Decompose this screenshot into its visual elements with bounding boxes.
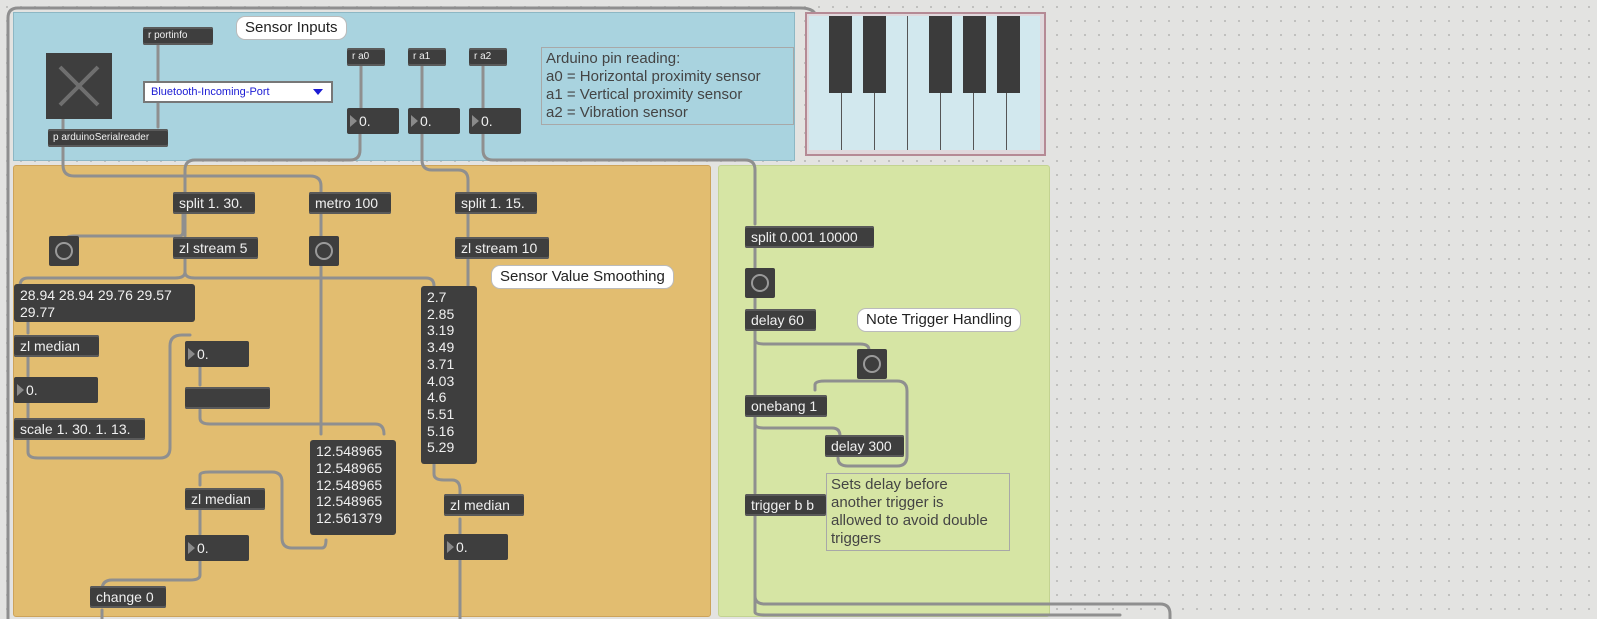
list-a1-message[interactable]: 2.7 2.85 3.19 3.49 3.71 4.03 4.6 5.51 5.… (421, 286, 477, 464)
black-key[interactable] (963, 16, 986, 93)
portinfo-receive-object[interactable]: r portinfo (143, 27, 213, 45)
sensor-inputs-bubble: Sensor Inputs (236, 16, 347, 40)
number-triangle-icon (447, 541, 454, 553)
receive-a2-object[interactable]: r a2 (469, 48, 507, 66)
black-key[interactable] (829, 16, 852, 93)
number-box-a1-median[interactable]: 0. (444, 534, 508, 560)
change-object[interactable]: change 0 (90, 586, 166, 608)
number-triangle-icon (188, 542, 195, 554)
number-value: 0. (420, 113, 432, 129)
port-menu[interactable]: Bluetooth-Incoming-Port (143, 81, 333, 103)
number-value: 0. (456, 539, 468, 555)
zl-median-mid-object[interactable]: zl median (185, 488, 265, 510)
number-triangle-icon (350, 115, 357, 127)
number-box-mid-b[interactable]: 0. (185, 535, 249, 561)
dropdown-arrow-icon (313, 89, 323, 95)
zl-median-a0-object[interactable]: zl median (14, 335, 99, 357)
pin-reading-comment: Arduino pin reading: a0 = Horizontal pro… (541, 47, 794, 125)
zl-median-a1-object[interactable]: zl median (444, 494, 524, 516)
receive-a0-object[interactable]: r a0 (347, 48, 385, 66)
number-value: 0. (26, 382, 38, 398)
list-scaled-message[interactable]: 12.548965 12.548965 12.548965 12.548965 … (310, 440, 396, 535)
scale-object[interactable]: scale 1. 30. 1. 13. (14, 418, 145, 440)
delay-comment: Sets delay before another trigger is all… (826, 473, 1010, 551)
bang-icon[interactable] (745, 268, 775, 298)
arduino-serialreader-object[interactable]: p arduinoSerialreader (48, 129, 168, 147)
number-value: 0. (481, 113, 493, 129)
delay-60-object[interactable]: delay 60 (745, 309, 816, 331)
split-a1-object[interactable]: split 1. 15. (455, 192, 537, 214)
split-note-object[interactable]: split 0.001 10000 (745, 226, 874, 248)
bang-icon[interactable] (857, 349, 887, 379)
port-menu-value: Bluetooth-Incoming-Port (151, 86, 270, 98)
bang-icon[interactable] (309, 236, 339, 266)
zl-stream-5-object[interactable]: zl stream 5 (173, 237, 258, 259)
number-box-a1[interactable]: 0. (408, 108, 460, 134)
smoothing-bubble: Sensor Value Smoothing (491, 265, 674, 289)
number-box-median-a0[interactable]: 0. (14, 377, 98, 403)
number-box-a0[interactable]: 0. (347, 108, 399, 134)
black-key[interactable] (863, 16, 886, 93)
piano-keyboard[interactable] (805, 12, 1046, 156)
black-key[interactable] (929, 16, 952, 93)
number-triangle-icon (17, 384, 24, 396)
delay-300-object[interactable]: delay 300 (825, 435, 904, 457)
serial-toggle-box[interactable] (46, 53, 112, 119)
number-triangle-icon (188, 348, 195, 360)
zl-stream-5b-object[interactable] (185, 387, 270, 409)
receive-a1-object[interactable]: r a1 (408, 48, 446, 66)
bang-icon[interactable] (49, 236, 79, 266)
number-value: 0. (359, 113, 371, 129)
metro-object[interactable]: metro 100 (309, 192, 391, 214)
close-x-icon (58, 65, 100, 107)
onebang-object[interactable]: onebang 1 (745, 395, 827, 417)
number-box-a2[interactable]: 0. (469, 108, 521, 134)
number-value: 0. (197, 540, 209, 556)
black-key[interactable] (997, 16, 1020, 93)
number-triangle-icon (411, 115, 418, 127)
trigger-object[interactable]: trigger b b (745, 494, 826, 516)
note-trigger-bubble: Note Trigger Handling (857, 308, 1021, 332)
split-a0-object[interactable]: split 1. 30. (173, 192, 255, 214)
number-box-mid[interactable]: 0. (185, 341, 249, 367)
list-a0-message[interactable]: 28.94 28.94 29.76 29.57 29.77 (14, 284, 195, 322)
number-value: 0. (197, 346, 209, 362)
zl-stream-10-object[interactable]: zl stream 10 (455, 237, 549, 259)
number-triangle-icon (472, 115, 479, 127)
